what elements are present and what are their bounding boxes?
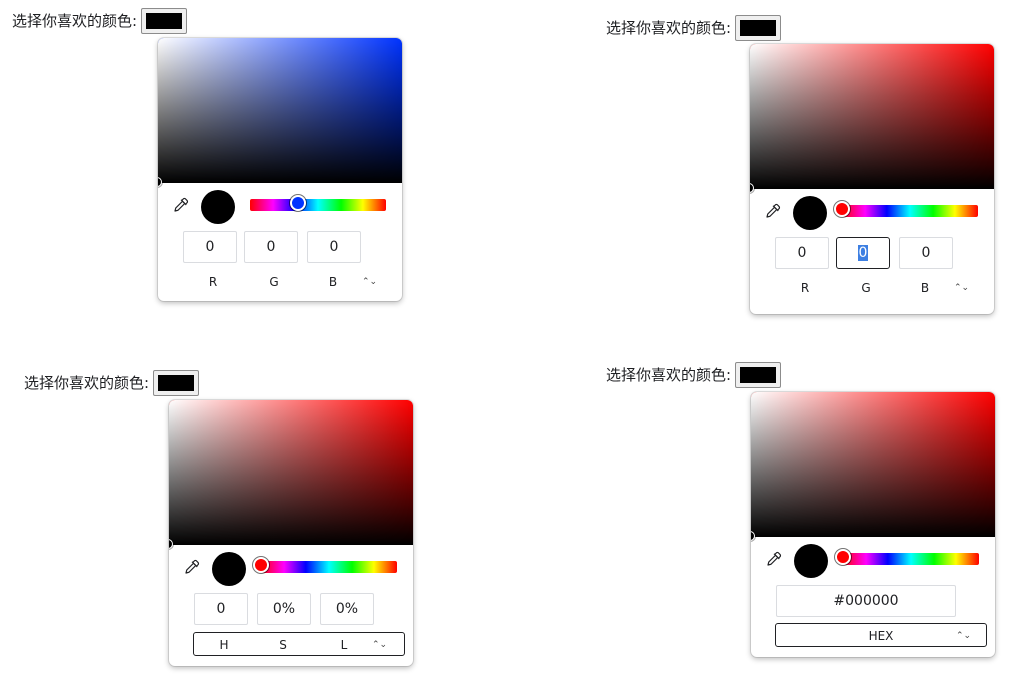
hex-input[interactable]: #000000 [776, 585, 956, 617]
eyedropper-icon[interactable] [172, 196, 190, 214]
r-label: R [208, 275, 218, 289]
b-input[interactable]: 0 [899, 237, 953, 269]
color-prompt-label: 选择你喜欢的颜色: [606, 366, 732, 384]
color-prompt-label: 选择你喜欢的颜色: [24, 374, 150, 392]
color-input-button[interactable] [153, 370, 200, 396]
color-prompt-label: 选择你喜欢的颜色: [606, 19, 732, 37]
g-label: G [269, 275, 279, 289]
b-label: B [328, 275, 338, 289]
hue-slider-handle[interactable] [834, 201, 850, 217]
s-label: S [279, 638, 287, 652]
color-preview [201, 190, 235, 224]
color-preview [212, 552, 246, 586]
l-label: L [340, 638, 348, 652]
hue-slider-handle[interactable] [835, 549, 851, 565]
format-toggle[interactable]: R G B ⌃⌄ [774, 276, 986, 300]
color-picker-popup: 0 0 0 R G B ⌃⌄ [158, 38, 402, 301]
color-preview [793, 196, 827, 230]
color-swatch [158, 375, 195, 391]
eyedropper-icon[interactable] [765, 550, 783, 568]
chevron-up-down-icon[interactable]: ⌃⌄ [362, 270, 377, 294]
saturation-lightness-area[interactable] [169, 400, 413, 549]
l-input[interactable]: 0% [320, 593, 374, 625]
hue-slider-handle[interactable] [253, 557, 269, 573]
color-row-label: 选择你喜欢的颜色: [606, 362, 782, 388]
chevron-up-down-icon[interactable]: ⌃⌄ [372, 633, 387, 657]
chevron-up-down-icon[interactable]: ⌃⌄ [954, 276, 969, 300]
b-input[interactable]: 0 [307, 231, 361, 263]
saturation-lightness-area[interactable] [158, 38, 402, 187]
color-swatch [740, 20, 777, 36]
color-row-label: 选择你喜欢的颜色: [24, 370, 200, 396]
hue-slider[interactable] [834, 201, 978, 217]
color-picker-popup: #000000 HEX ⌃⌄ [751, 392, 995, 657]
b-label: B [920, 281, 930, 295]
color-input-button[interactable] [141, 8, 188, 34]
hex-format-label: HEX [868, 629, 894, 643]
h-label: H [219, 638, 229, 652]
format-toggle[interactable]: R G B ⌃⌄ [182, 270, 394, 294]
r-input[interactable]: 0 [775, 237, 829, 269]
eyedropper-icon[interactable] [183, 558, 201, 576]
hue-slider[interactable] [253, 557, 397, 573]
saturation-lightness-area[interactable] [750, 44, 994, 193]
color-row-label: 选择你喜欢的颜色: [606, 15, 782, 41]
hue-slider-handle[interactable] [289, 195, 306, 211]
color-input-button[interactable] [735, 15, 782, 41]
color-swatch [146, 13, 183, 29]
h-input[interactable]: 0 [194, 593, 248, 625]
g-input[interactable]: 0 [836, 237, 890, 269]
color-input-button[interactable] [735, 362, 782, 388]
color-picker-popup: 0 0 0 R G B ⌃⌄ [750, 44, 994, 314]
chevron-up-down-icon[interactable]: ⌃⌄ [956, 624, 971, 648]
saturation-lightness-area[interactable] [751, 392, 995, 541]
g-label: G [861, 281, 871, 295]
hue-slider[interactable] [835, 549, 979, 565]
r-input[interactable]: 0 [183, 231, 237, 263]
format-toggle[interactable]: HEX ⌃⌄ [775, 623, 987, 647]
color-picker-popup: 0 0% 0% H S L ⌃⌄ [169, 400, 413, 666]
format-toggle[interactable]: H S L ⌃⌄ [193, 632, 405, 656]
color-row-label: 选择你喜欢的颜色: [12, 8, 188, 34]
color-swatch [740, 367, 777, 383]
hue-slider[interactable] [250, 195, 386, 211]
g-input[interactable]: 0 [244, 231, 298, 263]
r-label: R [800, 281, 810, 295]
color-preview [794, 544, 828, 578]
color-prompt-label: 选择你喜欢的颜色: [12, 12, 138, 30]
eyedropper-icon[interactable] [764, 202, 782, 220]
s-input[interactable]: 0% [257, 593, 311, 625]
